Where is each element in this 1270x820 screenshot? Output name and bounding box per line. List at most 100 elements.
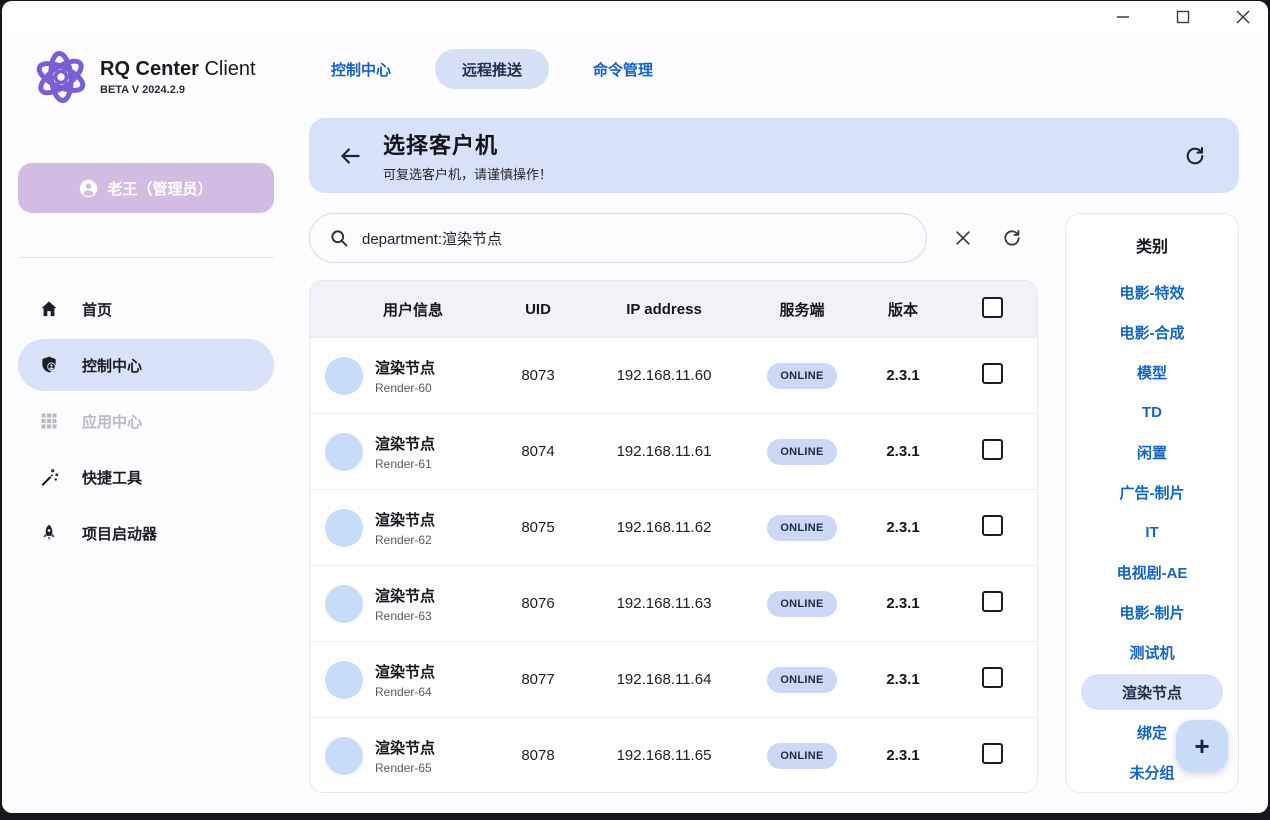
row-checkbox[interactable] [982,363,1003,384]
sidebar-item-label: 应用中心 [82,411,142,432]
maximize-button[interactable] [1172,6,1194,28]
client-name: 渲染节点 [375,509,435,530]
client-uid: 8075 [494,519,582,536]
close-button[interactable] [1232,6,1254,28]
status-badge: ONLINE [767,743,836,769]
row-checkbox[interactable] [982,743,1003,764]
status-badge: ONLINE [767,667,836,693]
client-hostname: Render-64 [375,685,435,699]
add-category-button[interactable]: + [1176,720,1228,772]
col-header-server: 服务端 [746,299,858,320]
client-hostname: Render-63 [375,609,435,623]
sidebar-item-label: 快捷工具 [82,467,142,488]
refresh-icon [1183,144,1207,168]
row-checkbox[interactable] [982,667,1003,688]
client-uid: 8078 [494,747,582,764]
tab-remote-push[interactable]: 远程推送 [435,49,549,89]
category-item[interactable]: TD [1066,392,1238,432]
sidebar-item-quick-tools[interactable]: 快捷工具 [18,451,274,503]
clear-icon [953,228,973,248]
sidebar-item-label: 项目启动器 [82,523,157,544]
select-client-banner: 选择客户机 可复选客户机，请谨慎操作！ [309,118,1239,193]
avatar [325,737,363,775]
category-item[interactable]: 模型 [1066,352,1238,392]
close-icon [1236,10,1250,24]
row-checkbox[interactable] [982,439,1003,460]
avatar [325,661,363,699]
search-box[interactable] [309,213,927,263]
category-item[interactable]: IT [1066,512,1238,552]
tab-control-center[interactable]: 控制中心 [327,59,395,80]
sidebar-item-home[interactable]: 首页 [18,283,274,335]
category-item[interactable]: 测试机 [1066,632,1238,672]
category-item[interactable]: 电影-合成 [1066,312,1238,352]
client-hostname: Render-61 [375,457,435,471]
user-badge[interactable]: 老王（管理员） [18,163,274,213]
sidebar-item-app-center: 应用中心 [18,395,274,447]
client-name: 渲染节点 [375,433,435,454]
client-hostname: Render-60 [375,381,435,395]
maximize-icon [1176,10,1190,24]
table-row[interactable]: 渲染节点 Render-61 8074 192.168.11.61 ONLINE… [310,413,1037,489]
category-item[interactable]: 广告-制片 [1066,472,1238,512]
row-checkbox[interactable] [982,515,1003,536]
clear-search-button[interactable] [950,225,976,251]
search-refresh-button[interactable] [999,225,1025,251]
banner-refresh-button[interactable] [1181,142,1209,170]
client-ip: 192.168.11.61 [582,443,746,460]
shield-user-icon [38,354,60,376]
table-row[interactable]: 渲染节点 Render-62 8075 192.168.11.62 ONLINE… [310,489,1037,565]
page-title: 选择客户机 [383,128,552,160]
client-name: 渲染节点 [375,585,435,606]
select-all-checkbox[interactable] [982,297,1003,318]
grid-icon [38,410,60,432]
search-icon [329,228,349,248]
user-icon [79,179,98,198]
status-badge: ONLINE [767,439,836,465]
table-row[interactable]: 渲染节点 Render-65 8078 192.168.11.65 ONLINE… [310,717,1037,793]
client-hostname: Render-62 [375,533,435,547]
sidebar-item-control-center[interactable]: 控制中心 [18,339,274,391]
category-item-selected[interactable]: 渲染节点 [1081,674,1223,710]
back-button[interactable] [335,141,365,171]
category-item[interactable]: 电视剧-AE [1066,552,1238,592]
refresh-icon [1001,227,1023,249]
client-version: 2.3.1 [858,747,948,764]
sidebar-divider [18,257,274,258]
status-badge: ONLINE [767,515,836,541]
avatar [325,433,363,471]
minimize-icon [1116,10,1130,24]
app-title: RQ Center Client [100,58,256,80]
category-panel-title: 类别 [1066,233,1238,257]
row-checkbox[interactable] [982,591,1003,612]
page-subtitle: 可复选客户机，请谨慎操作！ [383,164,552,183]
sidebar-item-project-launcher[interactable]: 项目启动器 [18,507,274,559]
client-name: 渲染节点 [375,737,435,758]
table-row[interactable]: 渲染节点 Render-60 8073 192.168.11.60 ONLINE… [310,337,1037,413]
titlebar [2,1,1268,33]
home-icon [38,298,60,320]
search-input[interactable] [360,229,926,248]
table-row[interactable]: 渲染节点 Render-63 8076 192.168.11.63 ONLINE… [310,565,1037,641]
tab-command-management[interactable]: 命令管理 [589,59,657,80]
magic-wand-icon [38,466,60,488]
client-ip: 192.168.11.63 [582,595,746,612]
app-window: RQ Center Client BETA V 2024.2.9 老王（管理员）… [2,1,1268,813]
table-row[interactable]: 渲染节点 Render-64 8077 192.168.11.64 ONLINE… [310,641,1037,717]
minimize-button[interactable] [1112,6,1134,28]
category-item[interactable]: 电影-制片 [1066,592,1238,632]
client-hostname: Render-65 [375,761,435,775]
client-name: 渲染节点 [375,357,435,378]
table-header: 用户信息 UID IP address 服务端 版本 [310,281,1037,337]
client-ip: 192.168.11.65 [582,747,746,764]
client-version: 2.3.1 [858,519,948,536]
category-item[interactable]: 电影-特效 [1066,272,1238,312]
col-header-user: 用户信息 [310,299,494,320]
app-version: BETA V 2024.2.9 [100,84,256,96]
avatar [325,357,363,395]
top-nav: 控制中心 远程推送 命令管理 [327,49,657,89]
category-item[interactable]: 闲置 [1066,432,1238,472]
app-brand: RQ Center Client BETA V 2024.2.9 [30,46,256,108]
client-ip: 192.168.11.64 [582,671,746,688]
user-label: 老王（管理员） [107,178,212,199]
